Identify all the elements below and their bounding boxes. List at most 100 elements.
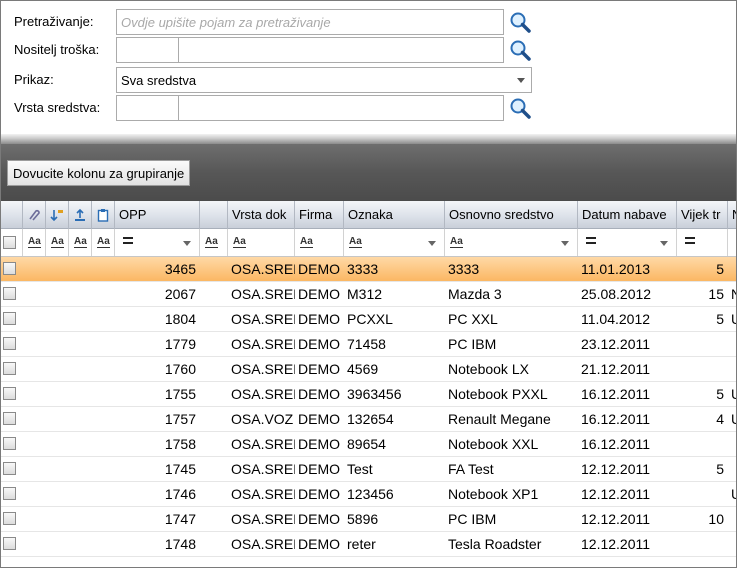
row-checkbox[interactable]: [3, 362, 16, 375]
row-checkbox[interactable]: [3, 262, 16, 275]
table-row[interactable]: 1755 OSA.SREDDEMO 3963456 Notebook PXXL 16.1…: [1, 382, 736, 407]
filter-cell[interactable]: Aa: [200, 229, 228, 256]
cell-life: [677, 357, 728, 382]
table-row[interactable]: 2067 OSA.SREDDEMO M312 Mazda 3 25.08.2012 15N: [1, 282, 736, 307]
header-more[interactable]: N: [728, 201, 736, 229]
cell-code: 5896: [347, 511, 379, 527]
filter-asset[interactable]: Aa: [445, 229, 578, 256]
cost-holder-search-icon[interactable]: [508, 38, 532, 62]
filter-search-row: Pretraživanje: Ovdje upišite pojam za pr…: [1, 9, 736, 35]
group-drop-hint[interactable]: Dovucite kolonu za grupiranje: [7, 160, 191, 186]
filter-cell[interactable]: Aa: [92, 229, 115, 256]
filter-doc-type[interactable]: Aa: [228, 229, 295, 256]
cell-code: 3333: [347, 261, 379, 277]
header-sort[interactable]: [46, 201, 69, 229]
table-row[interactable]: 1746 OSA.SREDDEMO 123456 Notebook XP1 12.12.…: [1, 482, 736, 507]
select-all-checkbox[interactable]: [3, 236, 16, 249]
row-checkbox[interactable]: [3, 512, 16, 525]
display-value: Sva sredstva: [121, 73, 197, 88]
cost-holder-code[interactable]: [117, 38, 179, 62]
text-filter-icon: Aa: [300, 236, 313, 248]
row-checkbox[interactable]: [3, 337, 16, 350]
table-row[interactable]: 1760 OSA.SREDDEMO 4569 Notebook LX 21.12.201…: [1, 357, 736, 382]
row-checkbox[interactable]: [3, 287, 16, 300]
filter-life[interactable]: [677, 229, 728, 256]
header-opp[interactable]: OPP: [115, 201, 200, 229]
cell-more: [728, 432, 736, 457]
splitter[interactable]: [1, 134, 736, 144]
row-checkbox[interactable]: [3, 312, 16, 325]
filter-cell[interactable]: Aa: [23, 229, 46, 256]
cell-doc-type: OSA.VOZ: [231, 411, 294, 427]
table-row[interactable]: 3465 OSA.SREDDEMO 3333 3333 11.01.2013 5: [1, 257, 736, 282]
asset-type-code[interactable]: [117, 96, 179, 120]
cell-purchase-date: 11.01.2013: [581, 261, 651, 277]
header-life[interactable]: Vijek tr: [677, 201, 728, 229]
row-checkbox[interactable]: [3, 437, 16, 450]
row-checkbox[interactable]: [3, 387, 16, 400]
cell-asset: Notebook LX: [448, 361, 529, 377]
header-code[interactable]: Oznaka: [344, 201, 445, 229]
table-row[interactable]: 1804 OSA.SREDDEMO PCXXL PC XXL 11.04.2012 5U: [1, 307, 736, 332]
filter-more[interactable]: [728, 229, 736, 256]
table-row[interactable]: 1748 OSA.SREDDEMO reter Tesla Roadster 12.12…: [1, 532, 736, 557]
header-clipboard[interactable]: [92, 201, 115, 229]
row-checkbox[interactable]: [3, 462, 16, 475]
filter-code[interactable]: Aa: [344, 229, 445, 256]
cell-more: [728, 257, 736, 282]
cell-more: [728, 457, 736, 482]
asset-type-search-icon[interactable]: [508, 96, 532, 120]
header-asset[interactable]: Osnovno sredstvo: [445, 201, 578, 229]
row-checkbox[interactable]: [3, 487, 16, 500]
cell-more: U: [728, 482, 736, 507]
cell-opp: 1748: [164, 536, 196, 552]
cell-purchase-date: 21.12.2011: [581, 361, 651, 377]
text-filter-icon: Aa: [349, 236, 362, 248]
search-input[interactable]: Ovdje upišite pojam za pretraživanje: [116, 9, 504, 35]
chevron-down-icon: [183, 241, 191, 246]
cell-purchase-date: 16.12.2011: [581, 436, 651, 452]
cell-company: DEMO: [298, 536, 340, 552]
display-select[interactable]: Sva sredstva: [116, 67, 532, 93]
filter-select-all[interactable]: [1, 229, 23, 256]
header-blank[interactable]: [200, 201, 228, 229]
search-icon[interactable]: [508, 10, 532, 34]
cell-opp: 1757: [164, 411, 196, 427]
filter-cost-holder-row: Nositelj troška:: [1, 37, 736, 63]
filter-opp[interactable]: [115, 229, 200, 256]
cell-asset: 3333: [448, 261, 480, 277]
asset-type-field[interactable]: [116, 95, 504, 121]
cell-life: 5: [716, 386, 724, 402]
cell-company: DEMO: [298, 461, 340, 477]
cell-life: [677, 332, 728, 357]
table-row[interactable]: 1745 OSA.SREDDEMO Test FA Test 12.12.2011 5: [1, 457, 736, 482]
header-purchase-date[interactable]: Datum nabave: [578, 201, 677, 229]
header-company[interactable]: Firma: [295, 201, 344, 229]
table-row[interactable]: 1758 OSA.SREDDEMO 89654 Notebook XXL 16.12.2…: [1, 432, 736, 457]
filter-company[interactable]: Aa: [295, 229, 344, 256]
row-checkbox[interactable]: [3, 412, 16, 425]
header-upload[interactable]: [69, 201, 92, 229]
row-checkbox[interactable]: [3, 537, 16, 550]
cell-asset: Notebook XP1: [448, 486, 539, 502]
filter-cell[interactable]: Aa: [46, 229, 69, 256]
header-doc-type[interactable]: Vrsta dok: [228, 201, 295, 229]
cell-code: 132654: [347, 411, 394, 427]
cell-company: DEMO: [298, 361, 340, 377]
cell-asset: FA Test: [448, 461, 494, 477]
filter-purchase-date[interactable]: [578, 229, 677, 256]
table-row[interactable]: 1747 OSA.SREDDEMO 5896 PC IBM 12.12.2011 10: [1, 507, 736, 532]
cell-code: 89654: [347, 436, 386, 452]
table-row[interactable]: 1757 OSA.VOZ DEMO 132654 Renault Megane 16.12…: [1, 407, 736, 432]
chevron-down-icon[interactable]: [517, 78, 525, 83]
cell-asset: PC IBM: [448, 511, 497, 527]
text-filter-icon: Aa: [97, 236, 110, 248]
text-filter-icon: Aa: [233, 236, 246, 248]
cell-code: 71458: [347, 336, 386, 352]
cell-more: U: [728, 307, 736, 332]
cell-more: [728, 357, 736, 382]
table-row[interactable]: 1779 OSA.SREDDEMO 71458 PC IBM 23.12.2011: [1, 332, 736, 357]
filter-cell[interactable]: Aa: [69, 229, 92, 256]
cost-holder-field[interactable]: [116, 37, 504, 63]
header-attachment[interactable]: [23, 201, 46, 229]
